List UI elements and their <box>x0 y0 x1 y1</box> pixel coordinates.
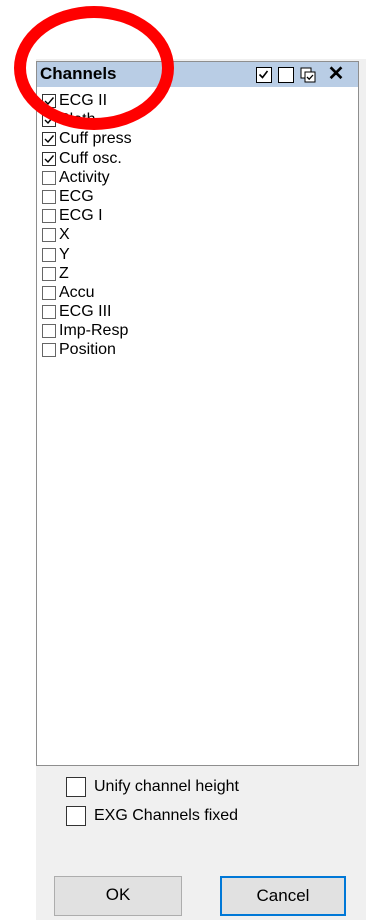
channel-checkbox[interactable] <box>42 324 56 339</box>
channel-label: ECG <box>59 187 94 205</box>
channel-label: Cuff osc. <box>59 149 122 167</box>
channel-checkbox[interactable] <box>42 170 56 185</box>
unify-channel-height-checkbox[interactable] <box>66 777 86 797</box>
channel-checkbox[interactable] <box>42 113 56 128</box>
channel-label: Activity <box>59 168 110 186</box>
channel-label: X <box>59 226 70 244</box>
channel-checkbox[interactable] <box>42 189 56 204</box>
channel-label: Position <box>59 341 116 359</box>
channel-label: Cuff press <box>59 130 132 148</box>
channels-title: Channels <box>40 64 117 83</box>
uncheck-all-icon[interactable] <box>278 67 294 83</box>
exg-channels-fixed-checkbox[interactable] <box>66 806 86 826</box>
channel-label: Accu <box>59 283 95 301</box>
channel-label: ECG III <box>59 303 112 321</box>
channel-label: Y <box>59 245 70 263</box>
exg-channels-fixed-label: EXG Channels fixed <box>94 807 239 824</box>
channel-checkbox[interactable] <box>42 343 56 358</box>
channel-checkbox[interactable] <box>42 266 56 281</box>
close-icon[interactable]: ✕ <box>327 64 345 84</box>
channel-checkbox[interactable] <box>42 247 56 262</box>
cancel-button[interactable]: Cancel <box>220 876 346 916</box>
channel-checkbox[interactable] <box>42 285 56 300</box>
channel-checkbox[interactable] <box>42 305 56 320</box>
channel-label: Imp-Resp <box>59 322 129 340</box>
channel-checkbox[interactable] <box>42 151 56 166</box>
check-all-icon[interactable] <box>256 67 272 83</box>
channel-checkbox[interactable] <box>42 94 56 108</box>
channel-checkbox[interactable] <box>42 209 56 224</box>
channel-label: Z <box>59 264 69 282</box>
channel-checkbox[interactable] <box>42 132 56 147</box>
channel-checkbox[interactable] <box>42 228 56 243</box>
channel-label: Pleth <box>59 111 96 129</box>
unify-channel-height-label: Unify channel height <box>94 778 239 795</box>
channel-label: ECG II <box>59 92 108 109</box>
invert-selection-icon[interactable] <box>300 67 316 83</box>
channels-header: Channels ✕ <box>37 62 358 87</box>
channel-label: ECG I <box>59 207 103 225</box>
ok-button[interactable]: OK <box>54 876 182 916</box>
